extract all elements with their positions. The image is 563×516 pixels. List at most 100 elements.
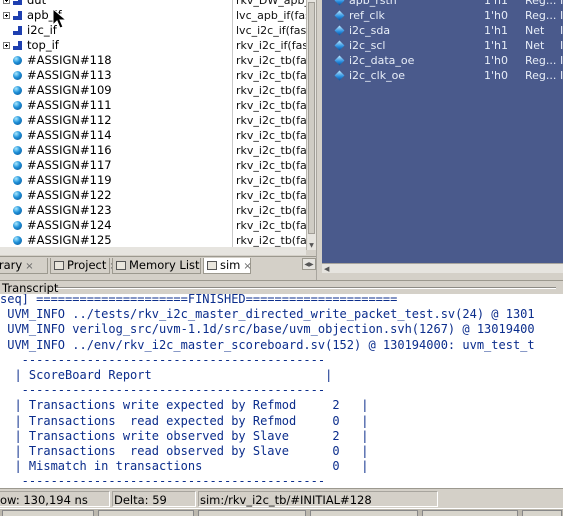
tree-row-design-unit: rkv_i2c_tb(fas (236, 69, 306, 82)
status-bar: ow: 130,194 ns Delta: 59 sim:/rkv_i2c_tb… (0, 488, 563, 508)
module-instance-icon (13, 11, 22, 20)
tree-row-label: #ASSIGN#112 (27, 113, 112, 127)
tree-row-name-cell: #ASSIGN#124 (0, 218, 232, 233)
transcript-line: | Transactions read observed by Slave 0 … (0, 444, 369, 458)
transcript-header: Transcript (0, 280, 563, 295)
transcript-line: ----------------------------------------… (0, 474, 326, 488)
tree-row[interactable]: #ASSIGN#119 rkv_i2c_tb(fas (0, 173, 306, 188)
expand-plus-icon[interactable] (3, 0, 10, 4)
process-ball-icon (13, 71, 22, 80)
tree-row-design-unit: rkv_i2c_tb(fas (236, 114, 306, 127)
tree-vertical-scrollbar[interactable]: ▼ (306, 0, 316, 250)
tree-row-design-unit: rkv_i2c_tb(fas (236, 204, 306, 217)
tab-close-icon[interactable]: × (25, 261, 33, 272)
tree-row-design-unit: lvc_i2c_if(fast (236, 24, 306, 37)
signal-diamond-icon (334, 55, 345, 66)
tree-scroll-thumb[interactable] (308, 2, 315, 234)
tree-row[interactable]: #ASSIGN#111 rkv_i2c_tb(fas (0, 98, 306, 113)
objects-horizontal-scrollbar[interactable]: ◀ (322, 263, 563, 273)
tree-row-label: #ASSIGN#117 (27, 158, 112, 172)
tab-scroll-arrows-icon[interactable]: ◀▶ (302, 258, 316, 270)
tree-row[interactable]: #ASSIGN#117 rkv_i2c_tb(fas (0, 158, 306, 173)
object-row[interactable]: i2c_data_oe1'h0Reg...In (322, 53, 563, 68)
module-instance-icon (13, 0, 22, 5)
object-row[interactable]: apb_rstn1'h1Reg...In (322, 0, 563, 8)
object-row[interactable]: i2c_sda1'h1NetIn (322, 23, 563, 38)
tree-column-divider[interactable] (232, 0, 233, 250)
tree-row-name-cell: #ASSIGN#119 (0, 173, 232, 188)
workspace-tab-bar: Library×Project×Memory List×sim× (0, 256, 316, 274)
taskbar-button[interactable] (522, 510, 562, 516)
objects-pane[interactable]: apb_rstn1'h1Reg...Inref_clk1'h0Reg...Ini… (322, 0, 563, 263)
tree-row[interactable]: #ASSIGN#116 rkv_i2c_tb(fas (0, 143, 306, 158)
tree-row-design-unit: rkv_i2c_tb(fas (236, 129, 306, 142)
object-kind: Net (525, 39, 545, 52)
tree-row[interactable]: #ASSIGN#112 rkv_i2c_tb(fas (0, 113, 306, 128)
tree-row-design-unit: rkv_DW_apb_ (236, 0, 306, 7)
tree-row[interactable]: #ASSIGN#109 rkv_i2c_tb(fas (0, 83, 306, 98)
scroll-down-arrow-icon[interactable]: ▼ (308, 242, 315, 249)
instance-tree-pane[interactable]: dut rkv_DW_apb_ apb_if lvc_apb_if(fas i2c_if… (0, 0, 316, 250)
object-value: 1'h1 (484, 39, 508, 52)
tree-row-design-unit: rkv_i2c_tb(fas (236, 54, 306, 67)
tree-row-name-cell: #ASSIGN#111 (0, 98, 232, 113)
sim-icon (207, 261, 217, 270)
tree-row-name-cell: #ASSIGN#109 (0, 83, 232, 98)
transcript-line: UVM_INFO verilog_src/uvm-1.1d/src/base/u… (0, 322, 535, 337)
tree-row[interactable]: #ASSIGN#124 rkv_i2c_tb(fas (0, 218, 306, 233)
taskbar-strip (0, 508, 563, 516)
tab-library[interactable]: Library× (0, 258, 48, 274)
taskbar-button[interactable] (2, 510, 94, 516)
tab-project[interactable]: Project× (50, 258, 118, 274)
expand-plus-icon[interactable] (3, 12, 10, 19)
taskbar-button[interactable] (422, 510, 518, 516)
status-delta: Delta: 59 (112, 491, 196, 507)
status-context: sim:/rkv_i2c_tb/#INITIAL#128 (198, 491, 438, 507)
tree-row[interactable]: i2c_if lvc_i2c_if(fast (0, 23, 306, 38)
project-icon (54, 261, 64, 270)
tab-label: Library (0, 258, 23, 272)
object-row[interactable]: ref_clk1'h0Reg...In (322, 8, 563, 23)
tree-row[interactable]: #ASSIGN#114 rkv_i2c_tb(fas (0, 128, 306, 143)
process-ball-icon (13, 206, 22, 215)
taskbar-button[interactable] (310, 510, 418, 516)
tree-row-label: #ASSIGN#123 (27, 203, 112, 217)
tree-row[interactable]: dut rkv_DW_apb_ (0, 0, 306, 8)
scroll-left-arrow-icon[interactable]: ◀ (324, 265, 329, 273)
taskbar-button[interactable] (98, 510, 194, 516)
process-ball-icon (13, 221, 22, 230)
process-ball-icon (13, 146, 22, 155)
tab-label: Project (67, 258, 107, 272)
tree-row-label: #ASSIGN#124 (27, 218, 112, 232)
transcript-line: UVM_INFO ../tests/rkv_i2c_master_directe… (0, 307, 535, 322)
tree-horizontal-scrollbar[interactable] (0, 247, 306, 255)
tree-row[interactable]: #ASSIGN#118 rkv_i2c_tb(fas (0, 53, 306, 68)
tree-row-design-unit: rkv_i2c_tb(fas (236, 174, 306, 187)
tree-row-label: #ASSIGN#116 (27, 143, 112, 157)
tree-row-name-cell: #ASSIGN#125 (0, 233, 232, 248)
module-instance-icon (13, 41, 22, 50)
tree-row[interactable]: #ASSIGN#125 rkv_i2c_tb(fas (0, 233, 306, 248)
signal-diamond-icon (334, 25, 345, 36)
module-instance-icon (13, 26, 22, 35)
tree-row[interactable]: apb_if lvc_apb_if(fas (0, 8, 306, 23)
tree-row[interactable]: #ASSIGN#113 rkv_i2c_tb(fas (0, 68, 306, 83)
process-ball-icon (13, 191, 22, 200)
tab-sim[interactable]: sim × (203, 258, 252, 274)
object-row[interactable]: i2c_clk_oe1'h0Reg...In (322, 68, 563, 83)
tab-memory-list[interactable]: Memory List× (112, 258, 211, 274)
tree-row[interactable]: #ASSIGN#122 rkv_i2c_tb(fas (0, 188, 306, 203)
tree-row[interactable]: #ASSIGN#123 rkv_i2c_tb(fas (0, 203, 306, 218)
tree-row-name-cell: #ASSIGN#118 (0, 53, 232, 68)
process-ball-icon (13, 116, 22, 125)
tree-row-name-cell: dut (0, 0, 232, 8)
tree-row-label: dut (27, 0, 47, 7)
taskbar-button[interactable] (198, 510, 306, 516)
tree-row-name-cell: #ASSIGN#122 (0, 188, 232, 203)
tree-row[interactable]: top_if rkv_i2c_if(fast (0, 38, 306, 53)
expand-plus-icon[interactable] (3, 42, 10, 49)
tab-close-icon[interactable]: × (243, 261, 251, 272)
object-row[interactable]: i2c_scl1'h1NetIn (322, 38, 563, 53)
tree-row-name-cell: apb_if (0, 8, 232, 23)
transcript-console[interactable]: seq] =====================FINISHED======… (0, 294, 563, 488)
